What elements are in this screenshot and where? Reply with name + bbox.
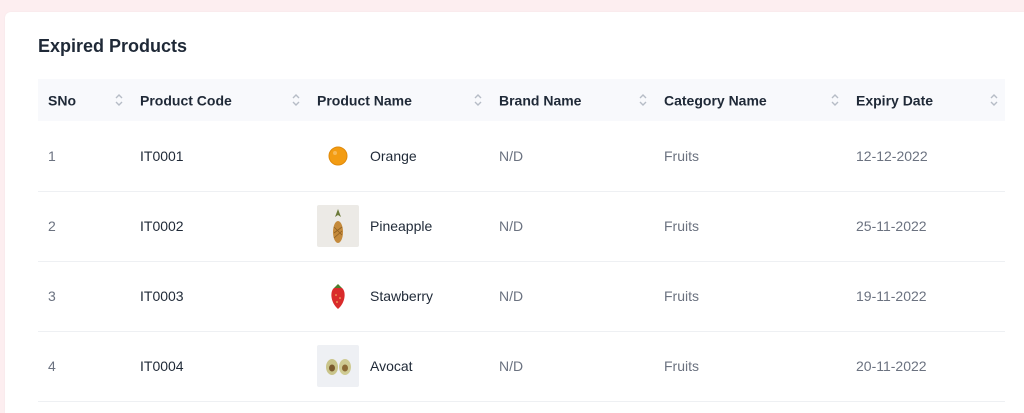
- avocado-thumbnail: [317, 345, 359, 387]
- cell-category-name: Fruits: [664, 288, 699, 304]
- cell-product-code: IT0003: [140, 288, 184, 304]
- sort-icon[interactable]: [638, 92, 648, 108]
- cell-product-code: IT0004: [140, 358, 184, 374]
- cell-brand-name: N/D: [499, 147, 524, 164]
- column-label: Category Name: [664, 92, 767, 109]
- orange-thumbnail: [317, 134, 359, 177]
- sort-icon[interactable]: [473, 92, 483, 108]
- sort-icon[interactable]: [989, 92, 999, 108]
- table-header-row: SNo Product Code Product Name Brand Name…: [38, 79, 1005, 121]
- column-label: SNo: [48, 92, 76, 109]
- column-header-expiry-date[interactable]: Expiry Date: [846, 79, 1005, 121]
- cell-sno: 3: [48, 288, 56, 304]
- cell-brand-name: N/D: [499, 218, 524, 234]
- column-label: Brand Name: [499, 92, 582, 109]
- table-row[interactable]: 2 IT0002 Pineapple N/D Fruits 25-11-2022: [38, 191, 1005, 261]
- sort-icon[interactable]: [114, 92, 124, 108]
- column-header-brand-name[interactable]: Brand Name: [489, 79, 654, 121]
- product-name-text: Avocat: [370, 358, 413, 374]
- cell-category-name: Fruits: [664, 218, 699, 234]
- cell-product-code: IT0002: [140, 218, 184, 234]
- column-header-sno[interactable]: SNo: [38, 79, 130, 121]
- cell-category-name: Fruits: [664, 147, 699, 164]
- expired-products-card: Expired Products SNo Product Code Produc…: [5, 12, 1024, 413]
- column-header-product-name[interactable]: Product Name: [307, 79, 489, 121]
- cell-product-name: Avocat: [307, 331, 489, 401]
- column-header-product-code[interactable]: Product Code: [130, 79, 307, 121]
- sort-icon[interactable]: [291, 92, 301, 108]
- cell-sno: 4: [48, 358, 56, 374]
- strawberry-thumbnail: [317, 275, 359, 317]
- card-title: Expired Products: [38, 36, 188, 56]
- cell-product-name: Stawberry: [307, 261, 489, 331]
- cell-category-name: Fruits: [664, 358, 699, 374]
- product-name-text: Orange: [370, 147, 417, 164]
- cell-expiry-date: 20-11-2022: [856, 358, 927, 374]
- table-row[interactable]: 4 IT0004 Avocat N/D Fruits 20-11-2022: [38, 331, 1005, 401]
- table-row[interactable]: 3 IT0003 Stawberry N/D Fruits 19-11-2022: [38, 261, 1005, 331]
- cell-expiry-date: 25-11-2022: [856, 218, 927, 234]
- pineapple-thumbnail: [317, 205, 359, 247]
- cell-product-name: Pineapple: [307, 191, 489, 261]
- table-row[interactable]: 1 IT0001 Orange N/D Fruits 12-12-2022: [38, 121, 1005, 191]
- expired-products-table: SNo Product Code Product Name Brand Name…: [38, 79, 1005, 402]
- cell-expiry-date: 12-12-2022: [856, 147, 928, 164]
- column-header-category-name[interactable]: Category Name: [654, 79, 846, 121]
- column-label: Product Code: [140, 92, 232, 109]
- cell-sno: 2: [48, 218, 56, 234]
- cell-brand-name: N/D: [499, 358, 524, 374]
- sort-icon[interactable]: [830, 92, 840, 108]
- cell-brand-name: N/D: [499, 288, 524, 304]
- cell-sno: 1: [48, 147, 56, 164]
- column-label: Product Name: [317, 92, 412, 109]
- column-label: Expiry Date: [856, 92, 934, 109]
- cell-product-code: IT0001: [140, 147, 184, 164]
- cell-product-name: Orange: [307, 121, 489, 191]
- product-name-text: Stawberry: [370, 288, 434, 304]
- product-name-text: Pineapple: [370, 218, 433, 234]
- cell-expiry-date: 19-11-2022: [856, 288, 927, 304]
